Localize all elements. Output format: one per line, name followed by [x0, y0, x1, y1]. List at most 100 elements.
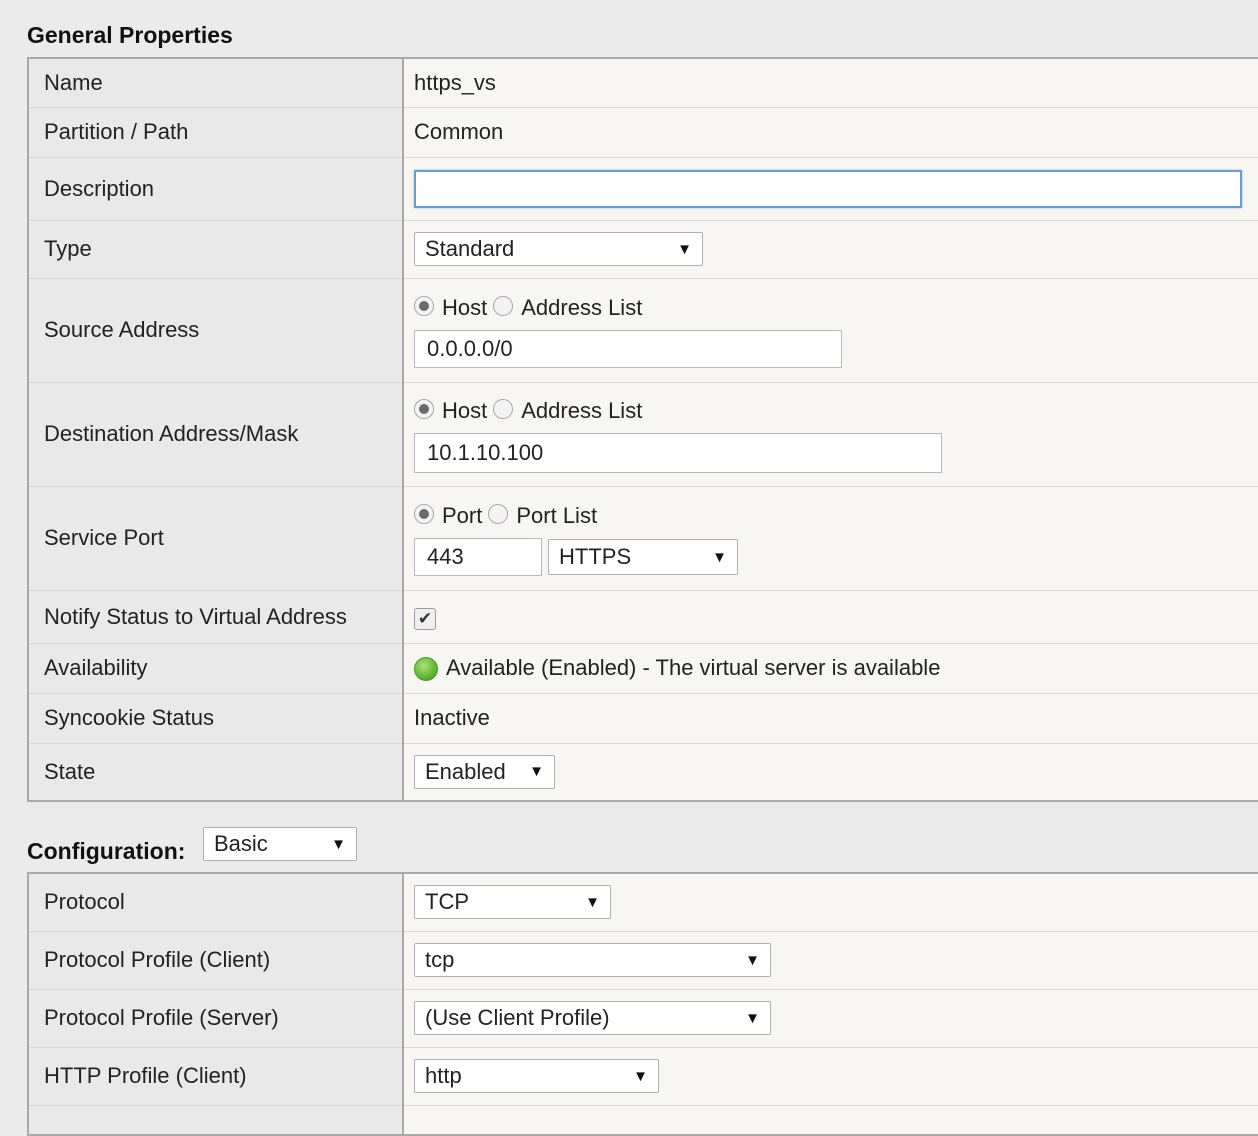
- source-cell: Host Address List: [403, 278, 1258, 383]
- configuration-table: Protocol TCP ▼ Protocol Profile (Client)…: [27, 872, 1258, 1136]
- type-select-value: Standard: [425, 236, 515, 261]
- next-row-label: [28, 1105, 404, 1136]
- type-label: Type: [28, 220, 404, 279]
- client-profile-cell: tcp ▼: [403, 931, 1258, 990]
- port-radio[interactable]: [414, 504, 434, 524]
- row-next: [28, 1105, 1258, 1136]
- port-input[interactable]: [414, 538, 542, 576]
- name-label: Name: [28, 58, 404, 108]
- row-syncookie: Syncookie Status Inactive: [28, 693, 1258, 744]
- source-host-radio[interactable]: [414, 296, 434, 316]
- source-list-radio[interactable]: [493, 296, 514, 316]
- availability-cell: Available (Enabled) - The virtual server…: [403, 643, 1258, 694]
- port-service-value: HTTPS: [559, 544, 632, 569]
- caret-down-icon: ▼: [633, 1067, 648, 1085]
- http-profile-label: HTTP Profile (Client): [28, 1047, 404, 1106]
- source-list-label: Address List: [521, 295, 643, 320]
- port-service-select[interactable]: HTTPS ▼: [548, 539, 738, 575]
- row-destination: Destination Address/Mask Host Address Li…: [28, 382, 1258, 487]
- row-server-profile: Protocol Profile (Server) (Use Client Pr…: [28, 989, 1258, 1048]
- checkmark-icon: ✔: [417, 608, 433, 628]
- row-description: Description: [28, 157, 1258, 221]
- row-protocol: Protocol TCP ▼: [28, 873, 1258, 932]
- syncookie-label: Syncookie Status: [28, 693, 404, 744]
- destination-host-radio[interactable]: [414, 399, 434, 419]
- caret-down-icon: ▼: [712, 548, 727, 566]
- protocol-label: Protocol: [28, 873, 404, 932]
- caret-down-icon: ▼: [745, 1009, 760, 1027]
- configuration-mode-select[interactable]: Basic ▼: [203, 827, 357, 861]
- configuration-mode-value: Basic: [214, 831, 268, 856]
- client-profile-value: tcp: [425, 947, 455, 972]
- row-notify: Notify Status to Virtual Address ✔: [28, 590, 1258, 644]
- client-profile-select[interactable]: tcp ▼: [414, 943, 771, 977]
- server-profile-cell: (Use Client Profile) ▼: [403, 989, 1258, 1048]
- destination-address-input[interactable]: [414, 433, 942, 473]
- destination-list-radio[interactable]: [493, 399, 514, 419]
- source-label: Source Address: [28, 278, 404, 383]
- description-cell: [403, 157, 1258, 221]
- general-properties-table: Name https_vs Partition / Path Common De…: [27, 57, 1258, 802]
- name-value: https_vs: [403, 58, 1258, 108]
- syncookie-value: Inactive: [403, 693, 1258, 744]
- notify-cell: ✔: [403, 590, 1258, 644]
- source-radio-group: Host Address List: [414, 292, 1258, 324]
- type-cell: Standard ▼: [403, 220, 1258, 279]
- row-availability: Availability Available (Enabled) - The v…: [28, 643, 1258, 694]
- service-port-label: Service Port: [28, 486, 404, 591]
- partition-value: Common: [403, 107, 1258, 158]
- configuration-title: Configuration:: [27, 838, 186, 864]
- server-profile-value: (Use Client Profile): [425, 1005, 610, 1030]
- source-host-label: Host: [442, 295, 488, 320]
- row-service-port: Service Port Port Port List HTTPS ▼: [28, 486, 1258, 591]
- green-circle-icon: [414, 656, 438, 681]
- notify-label: Notify Status to Virtual Address: [28, 590, 404, 644]
- row-http-profile: HTTP Profile (Client) http ▼: [28, 1047, 1258, 1106]
- destination-radio-group: Host Address List: [414, 395, 1258, 427]
- port-list-radio[interactable]: [488, 504, 509, 524]
- caret-down-icon: ▼: [677, 240, 692, 258]
- row-source: Source Address Host Address List: [28, 278, 1258, 383]
- row-partition: Partition / Path Common: [28, 107, 1258, 158]
- source-address-input[interactable]: [414, 330, 842, 368]
- notify-checkbox[interactable]: ✔: [414, 607, 436, 630]
- server-profile-label: Protocol Profile (Server): [28, 989, 404, 1048]
- availability-value: Available (Enabled) - The virtual server…: [446, 655, 941, 681]
- protocol-select-value: TCP: [425, 889, 469, 915]
- row-client-profile: Protocol Profile (Client) tcp ▼: [28, 931, 1258, 990]
- destination-list-label: Address List: [521, 398, 643, 423]
- state-select[interactable]: Enabled ▼: [414, 754, 555, 789]
- partition-label: Partition / Path: [28, 107, 404, 158]
- service-port-cell: Port Port List HTTPS ▼: [403, 486, 1258, 591]
- http-profile-value: http: [425, 1063, 462, 1088]
- port-radio-label: Port: [442, 503, 483, 528]
- port-input-group: HTTPS ▼: [414, 538, 1258, 576]
- general-properties-title: General Properties: [27, 22, 233, 48]
- caret-down-icon: ▼: [529, 763, 544, 781]
- state-label: State: [28, 743, 404, 802]
- port-list-label: Port List: [516, 503, 598, 528]
- availability-label: Availability: [28, 643, 404, 694]
- state-cell: Enabled ▼: [403, 743, 1258, 802]
- description-label: Description: [28, 157, 404, 221]
- destination-cell: Host Address List: [403, 382, 1258, 487]
- type-select[interactable]: Standard ▼: [414, 232, 703, 266]
- server-profile-select[interactable]: (Use Client Profile) ▼: [414, 1001, 771, 1035]
- row-state: State Enabled ▼: [28, 743, 1258, 802]
- next-row-value: [403, 1105, 1258, 1136]
- state-select-value: Enabled: [425, 758, 506, 784]
- port-radio-group: Port Port List: [414, 500, 1258, 532]
- destination-label: Destination Address/Mask: [28, 382, 404, 487]
- protocol-cell: TCP ▼: [403, 873, 1258, 932]
- caret-down-icon: ▼: [331, 835, 346, 853]
- caret-down-icon: ▼: [585, 893, 600, 911]
- protocol-select[interactable]: TCP ▼: [414, 885, 611, 920]
- destination-host-label: Host: [442, 398, 488, 423]
- http-profile-select[interactable]: http ▼: [414, 1059, 659, 1093]
- description-input[interactable]: [414, 169, 1242, 208]
- row-type: Type Standard ▼: [28, 220, 1258, 279]
- http-profile-cell: http ▼: [403, 1047, 1258, 1106]
- client-profile-label: Protocol Profile (Client): [28, 931, 404, 990]
- caret-down-icon: ▼: [745, 951, 760, 969]
- row-name: Name https_vs: [28, 58, 1258, 108]
